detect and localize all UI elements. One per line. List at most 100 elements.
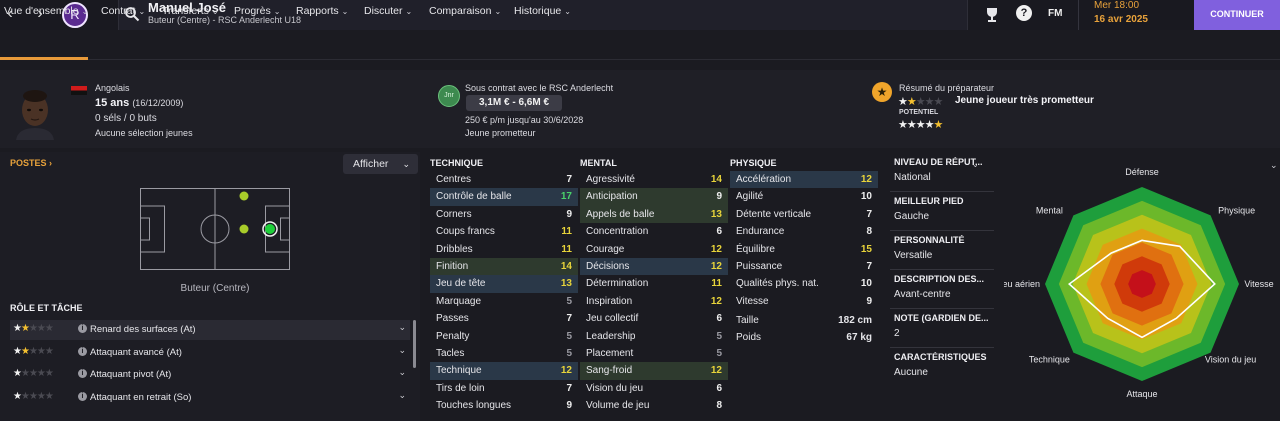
attribute-row[interactable]: Sang-froid 12 (580, 362, 728, 380)
positions-link[interactable]: POSTES › (10, 158, 52, 168)
attribute-row[interactable]: Technique 12 (430, 362, 578, 380)
chevron-down-icon[interactable]: ⌄ (398, 390, 406, 401)
position-dot-main (265, 224, 275, 234)
continue-button[interactable]: CONTINUER (1194, 0, 1280, 30)
info-value: Aucune (894, 367, 928, 378)
attribute-row[interactable]: Leadership 5 (580, 328, 728, 345)
weight-row: Poids 67 kg (736, 332, 872, 343)
roles-scrollbar[interactable] (413, 320, 416, 368)
attribute-row[interactable]: Corners 9 (430, 206, 578, 223)
attribute-row[interactable]: Finition 14 (430, 258, 578, 276)
show-dropdown[interactable]: Afficher ⌄ (343, 154, 418, 174)
attribute-row[interactable]: Jeu de tête 13 (430, 275, 578, 293)
attribute-row[interactable]: Anticipation 9 (580, 188, 728, 206)
info-title: NOTE (GARDIEN DE... (894, 313, 989, 323)
tab-contract[interactable]: Contrat ⌄ (101, 5, 145, 17)
tab-comparison[interactable]: Comparaison ⌄ (429, 5, 501, 17)
chevron-down-icon[interactable]: ⌄ (398, 367, 406, 378)
info-title: PERSONNALITÉ (894, 235, 965, 245)
trophy-icon[interactable] (983, 6, 1001, 24)
attribute-value: 5 (566, 295, 572, 307)
tab-overview[interactable]: Vue d'ensemble ⌄ (4, 5, 88, 17)
active-tab-indicator (0, 57, 88, 60)
attribute-row[interactable]: Vitesse 9 (730, 293, 878, 310)
role-item[interactable]: ★★★★★ i Renard des surfaces (At) ⌄ (10, 320, 410, 340)
attribute-row[interactable]: Coups francs 11 (430, 223, 578, 240)
attribute-row[interactable]: Vision du jeu 6 (580, 380, 728, 397)
chevron-down-icon[interactable]: ⌄ (398, 322, 406, 333)
attribute-name: Anticipation (586, 191, 638, 203)
attribute-row[interactable]: Qualités phys. nat. 10 (730, 275, 878, 292)
chevron-down-icon[interactable]: ⌄ (398, 345, 406, 356)
info-icon[interactable]: i (78, 324, 87, 333)
attribute-row[interactable]: Équilibre 15 (730, 241, 878, 258)
position-dot-secondary (239, 191, 249, 201)
help-icon[interactable]: ? (1016, 5, 1032, 21)
attribute-value: 6 (716, 313, 722, 325)
attribute-row[interactable]: Détente verticale 7 (730, 206, 878, 223)
attribute-row[interactable]: Placement 5 (580, 345, 728, 362)
attribute-value: 7 (566, 313, 572, 325)
attribute-row[interactable]: Accélération 12 (730, 171, 878, 189)
attribute-value: 17 (560, 191, 572, 203)
radar-label: Jeu aérien (1004, 279, 1040, 289)
divider (890, 191, 994, 192)
attribute-value: 7 (566, 382, 572, 394)
game-time: Mer 18:00 (1094, 0, 1140, 11)
attribute-row[interactable]: Appels de balle 13 (580, 205, 728, 224)
attribute-name: Détente verticale (736, 208, 812, 220)
fm-menu-button[interactable]: FM (1048, 8, 1062, 19)
role-item[interactable]: ★★★★★ i Attaquant en retrait (So) ⌄ (10, 388, 410, 408)
position-dot-secondary (239, 224, 249, 234)
attribute-row[interactable]: Puissance 7 (730, 258, 878, 275)
attribute-row[interactable]: Décisions 12 (580, 258, 728, 276)
role-item[interactable]: ★★★★★ i Attaquant avancé (At) ⌄ (10, 343, 410, 363)
attribute-row[interactable]: Détermination 11 (580, 275, 728, 292)
attribute-row[interactable]: Contrôle de balle 17 (430, 188, 578, 206)
attribute-row[interactable]: Inspiration 12 (580, 293, 728, 310)
attribute-name: Jeu collectif (586, 313, 639, 325)
attribute-name: Endurance (736, 226, 785, 238)
chevron-down-icon[interactable]: ⌄ (972, 160, 979, 169)
role-title: RÔLE ET TÂCHE (10, 303, 83, 313)
attribute-name: Corners (436, 208, 472, 220)
attribute-row[interactable]: Centres 7 (430, 171, 578, 188)
info-icon[interactable]: i (78, 346, 87, 356)
attribute-value: 9 (866, 295, 872, 307)
role-item[interactable]: ★★★★★ i Attaquant pivot (At) ⌄ (10, 365, 410, 385)
info-icon[interactable]: i (78, 391, 87, 401)
attribute-row[interactable]: Volume de jeu 8 (580, 397, 728, 414)
tab-bar (0, 36, 1280, 60)
attribute-value: 8 (866, 226, 872, 238)
attribute-row[interactable]: Tacles 5 (430, 345, 578, 362)
attribute-row[interactable]: Tirs de loin 7 (430, 380, 578, 397)
attribute-row[interactable]: Touches longues 9 (430, 397, 578, 414)
info-icon[interactable]: i (78, 369, 87, 378)
attribute-row[interactable]: Agressivité 14 (580, 171, 728, 188)
attribute-row[interactable]: Passes 7 (430, 310, 578, 327)
attribute-name: Courage (586, 243, 625, 255)
tab-progress[interactable]: Progrès ⌄ (234, 5, 280, 17)
tab-reports[interactable]: Rapports ⌄ (296, 5, 348, 17)
attribute-row[interactable]: Agilité 10 (730, 188, 878, 205)
attribute-row[interactable]: Jeu collectif 6 (580, 310, 728, 327)
tab-transfers[interactable]: Transferts ⌄ (162, 5, 219, 17)
attribute-row[interactable]: Concentration 6 (580, 223, 728, 240)
attribute-row[interactable]: Endurance 8 (730, 223, 878, 240)
attribute-row[interactable]: Marquage 5 (430, 293, 578, 310)
attribute-value: 12 (710, 261, 722, 272)
attribute-value: 12 (860, 174, 872, 185)
transfer-value[interactable]: 3,1M € - 6,6M € (466, 95, 562, 111)
attribute-name: Vitesse (736, 295, 769, 307)
current-ability-stars: ★★★★★ (898, 96, 943, 108)
attribute-name: Sang-froid (586, 365, 633, 377)
tab-discuss[interactable]: Discuter ⌄ (364, 5, 412, 17)
nationality: Angolais (95, 83, 130, 93)
attribute-name: Penalty (436, 330, 470, 342)
attribute-name: Agressivité (586, 174, 635, 185)
tab-history[interactable]: Historique ⌄ (514, 5, 571, 17)
attribute-row[interactable]: Courage 12 (580, 241, 728, 258)
attribute-row[interactable]: Penalty 5 (430, 328, 578, 345)
attribute-row[interactable]: Dribbles 11 (430, 241, 578, 258)
attribute-value: 12 (710, 243, 722, 255)
